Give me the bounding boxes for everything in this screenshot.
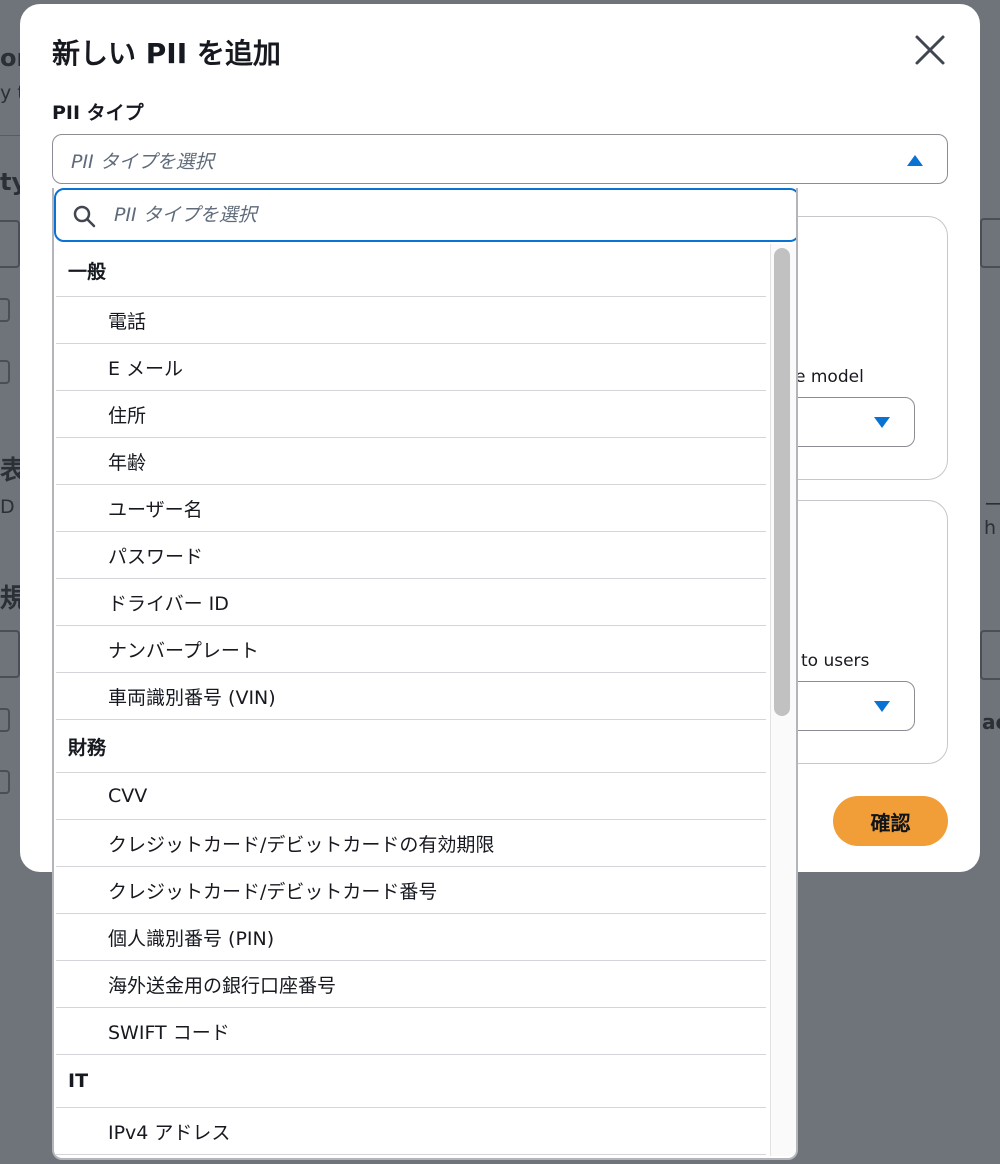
pii-type-select[interactable]: PII タイプを選択 (52, 134, 948, 184)
option-item[interactable]: ナンバープレート (56, 626, 766, 673)
option-item[interactable]: ドライバー ID (56, 579, 766, 626)
option-item[interactable]: 海外送金用の銀行口座番号 (56, 961, 766, 1008)
scrollbar-thumb[interactable] (774, 248, 790, 716)
option-item[interactable]: クレジットカード/デビットカードの有効期限 (56, 820, 766, 867)
option-item[interactable]: 年齢 (56, 438, 766, 485)
option-item[interactable]: 車両識別番号 (VIN) (56, 673, 766, 720)
dropdown-search[interactable] (54, 188, 796, 242)
bg-checkbox (0, 360, 10, 384)
bg-text-fragment: ー h (984, 494, 1000, 539)
modal-title: 新しい PII を追加 (52, 37, 281, 70)
group-header: 一般 (56, 244, 766, 297)
option-list: 一般 電話 E メール 住所 年齢 ユーザー名 パスワード ドライバー ID ナ… (56, 244, 766, 1155)
bg-input (0, 220, 20, 268)
option-item[interactable]: SWIFT コード (56, 1008, 766, 1055)
card-label: to users (801, 651, 870, 671)
select-placeholder: PII タイプを選択 (71, 151, 214, 173)
option-item[interactable]: 個人識別番号 (PIN) (56, 914, 766, 961)
bg-input (0, 630, 20, 678)
caret-up-icon (907, 155, 923, 166)
bg-input (980, 630, 1000, 680)
search-icon (73, 205, 96, 228)
caret-down-icon (874, 417, 890, 428)
option-item[interactable]: IPv4 アドレス (56, 1108, 766, 1155)
group-header: IT (56, 1055, 766, 1108)
pii-type-dropdown: 一般 電話 E メール 住所 年齢 ユーザー名 パスワード ドライバー ID ナ… (52, 188, 798, 1160)
confirm-button[interactable]: 確認 (833, 796, 948, 846)
search-input[interactable] (114, 200, 754, 230)
option-item[interactable]: 住所 (56, 391, 766, 438)
bg-input (980, 218, 1000, 268)
option-item[interactable]: パスワード (56, 532, 766, 579)
close-button[interactable] (910, 30, 950, 70)
group-header: 財務 (56, 720, 766, 773)
bg-divider (0, 135, 20, 136)
bg-text-fragment: act (982, 710, 1000, 734)
bg-checkbox (0, 708, 10, 732)
caret-down-icon (874, 701, 890, 712)
card-label: e model (795, 367, 864, 387)
option-item[interactable]: 電話 (56, 297, 766, 344)
pii-type-label: PII タイプ (52, 102, 144, 124)
bg-checkbox (0, 298, 10, 322)
option-item[interactable]: CVV (56, 773, 766, 820)
close-icon (915, 35, 945, 65)
option-item[interactable]: クレジットカード/デビットカード番号 (56, 867, 766, 914)
option-item[interactable]: ユーザー名 (56, 485, 766, 532)
option-item[interactable]: E メール (56, 344, 766, 391)
bg-checkbox (0, 770, 10, 794)
